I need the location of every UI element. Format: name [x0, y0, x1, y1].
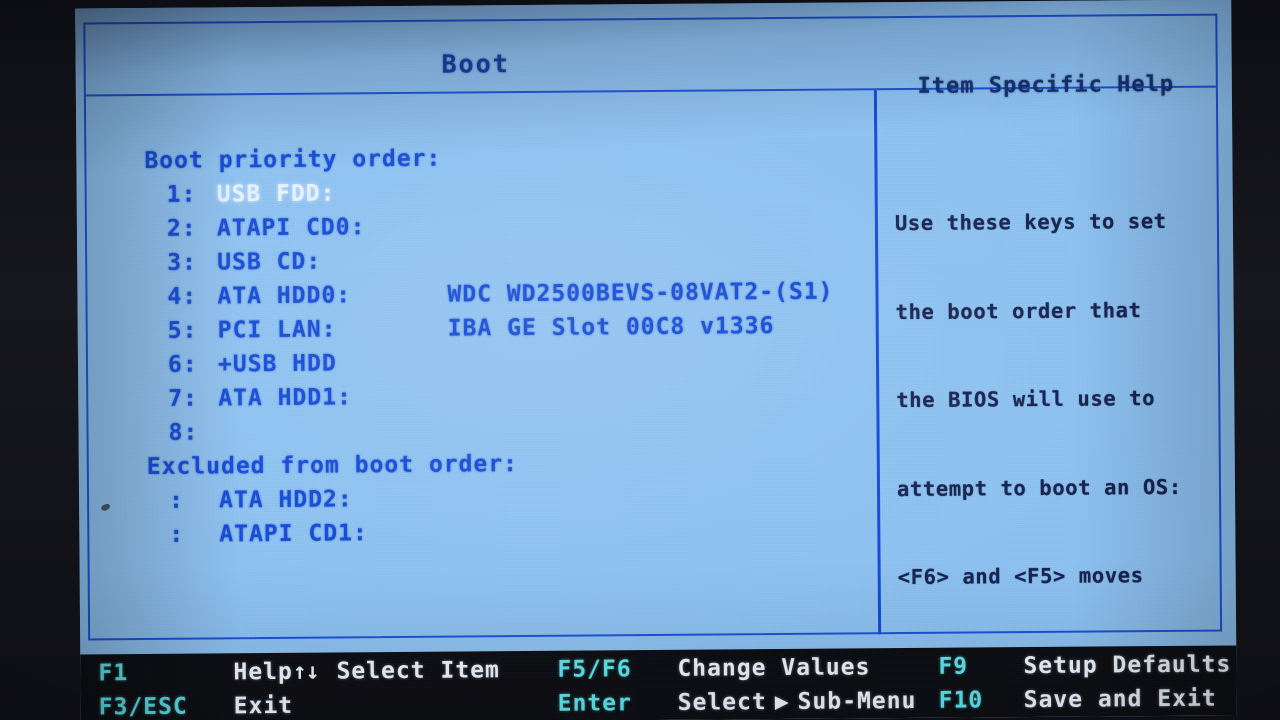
boot-item-info: WDC WD2500BEVS-08VAT2-(S1)	[447, 278, 834, 308]
boot-item-device	[218, 414, 448, 450]
excluded-item-index: :	[169, 521, 185, 548]
boot-item-device: ATA HDD0:	[217, 282, 352, 310]
f9-action-label: Setup Defaults	[1023, 651, 1232, 680]
boot-item-index: 7:	[168, 385, 199, 412]
f1-key-label: F1	[98, 660, 129, 687]
footer-help-entry[interactable]: F1 Help ↑↓ Select Item	[98, 657, 500, 686]
f3-esc-action-label: Exit	[233, 692, 294, 720]
f1-action-label: Help	[233, 658, 293, 686]
sub-menu-label: Sub-Menu	[797, 687, 917, 715]
boot-item-info	[447, 240, 875, 277]
f10-action-label: Save and Exit	[1023, 685, 1217, 714]
excluded-item-device: ATAPI CD1:	[219, 520, 368, 548]
boot-item-device: ATAPI CD0:	[216, 214, 366, 242]
help-line: <F6> and <F5> moves	[897, 563, 1144, 590]
select-item-label: Select Item	[336, 657, 500, 685]
f5-f6-key-label: F5/F6	[557, 656, 632, 683]
boot-item-info	[448, 342, 876, 379]
display-panel: Boot Item Specific Help Boot priority or…	[75, 0, 1237, 720]
boot-item-device: PCI LAN:	[217, 316, 337, 344]
enter-key-label: Enter	[557, 690, 633, 717]
excluded-item-info	[449, 478, 877, 515]
boot-item-device: +USB HDD	[217, 350, 337, 378]
item-specific-help-text: Use these keys to set the boot order tha…	[894, 148, 1233, 720]
boot-item-index: 5:	[167, 317, 198, 344]
help-line: attempt to boot an OS:	[896, 474, 1182, 501]
boot-list-item[interactable]: 4: ATA HDD0: WDC WD2500BEVS-08VAT2-(S1)	[145, 274, 875, 314]
footer-save-exit-entry[interactable]: F10 Save and Exit	[939, 686, 1217, 714]
boot-list-item[interactable]: 1: USB FDD:	[145, 172, 875, 212]
help-line: the boot order that	[895, 297, 1142, 324]
boot-item-info	[448, 376, 876, 413]
boot-item-device: USB CD:	[217, 248, 322, 276]
footer-setup-defaults-entry[interactable]: F9 Setup Defaults	[938, 651, 1231, 679]
boot-list-item[interactable]: 6: +USB HDD	[146, 342, 876, 382]
f3-esc-key-label: F3/ESC	[98, 693, 188, 720]
boot-item-info	[447, 172, 875, 209]
boot-item-device: ATA HDD1:	[218, 384, 352, 412]
bios-setup-screen: Boot Item Specific Help Boot priority or…	[75, 0, 1237, 720]
function-key-bar: F1 Help ↑↓ Select Item F3/ESC Exit F5/F6…	[75, 645, 1237, 720]
excluded-item-device: ATA HDD2:	[218, 486, 353, 514]
footer-exit-entry[interactable]: F3/ESC Exit	[99, 693, 294, 720]
boot-item-device: USB FDD:	[216, 180, 336, 208]
up-down-arrows-icon: ↑↓	[292, 658, 319, 685]
right-triangle-icon: ▶	[774, 688, 790, 716]
boot-item-index: 3:	[167, 249, 198, 276]
boot-item-info: IBA GE Slot 00C8 v1336	[447, 313, 775, 342]
boot-item-index: 1:	[166, 181, 197, 208]
boot-list-item[interactable]: 8:	[146, 410, 876, 450]
excluded-item-info	[449, 512, 877, 549]
footer-submenu-entry[interactable]: Enter Select ▶ Sub-Menu	[558, 688, 917, 717]
f10-key-label: F10	[938, 687, 984, 714]
help-line: Use these keys to set	[894, 208, 1167, 236]
boot-item-index: 2:	[166, 215, 197, 242]
boot-item-index: 8:	[168, 419, 199, 446]
boot-priority-pane: Boot priority order: 1: USB FDD: 2: ATAP…	[144, 138, 877, 552]
excluded-list-item[interactable]: : ATA HDD2:	[147, 478, 877, 518]
boot-priority-order-label: Boot priority order:	[144, 145, 442, 175]
enter-action-label: Select	[677, 689, 767, 716]
boot-item-index: 4:	[167, 283, 198, 310]
f9-key-label: F9	[938, 653, 969, 680]
boot-list-item[interactable]: 2: ATAPI CD0:	[145, 206, 875, 246]
excluded-list-item[interactable]: : ATAPI CD1:	[147, 512, 877, 552]
excluded-item-index: :	[168, 487, 185, 514]
boot-item-info	[447, 206, 875, 243]
bios-setup-screenshot: Boot Item Specific Help Boot priority or…	[0, 0, 1280, 720]
boot-item-index: 6:	[167, 351, 198, 378]
help-line: the BIOS will use to	[896, 386, 1156, 413]
boot-list-item[interactable]: 3: USB CD:	[145, 240, 875, 280]
excluded-from-boot-order-label: Excluded from boot order:	[146, 451, 519, 481]
f5-f6-action-label: Change Values	[677, 654, 871, 682]
boot-item-info	[448, 410, 876, 447]
footer-change-values-entry[interactable]: F5/F6 Change Values	[557, 654, 870, 682]
help-panel-title: Item Specific Help	[917, 71, 1175, 99]
boot-list-item[interactable]: 5: PCI LAN: IBA GE Slot 00C8 v1336	[146, 308, 876, 348]
boot-list-item[interactable]: 7: ATA HDD1:	[146, 376, 876, 416]
